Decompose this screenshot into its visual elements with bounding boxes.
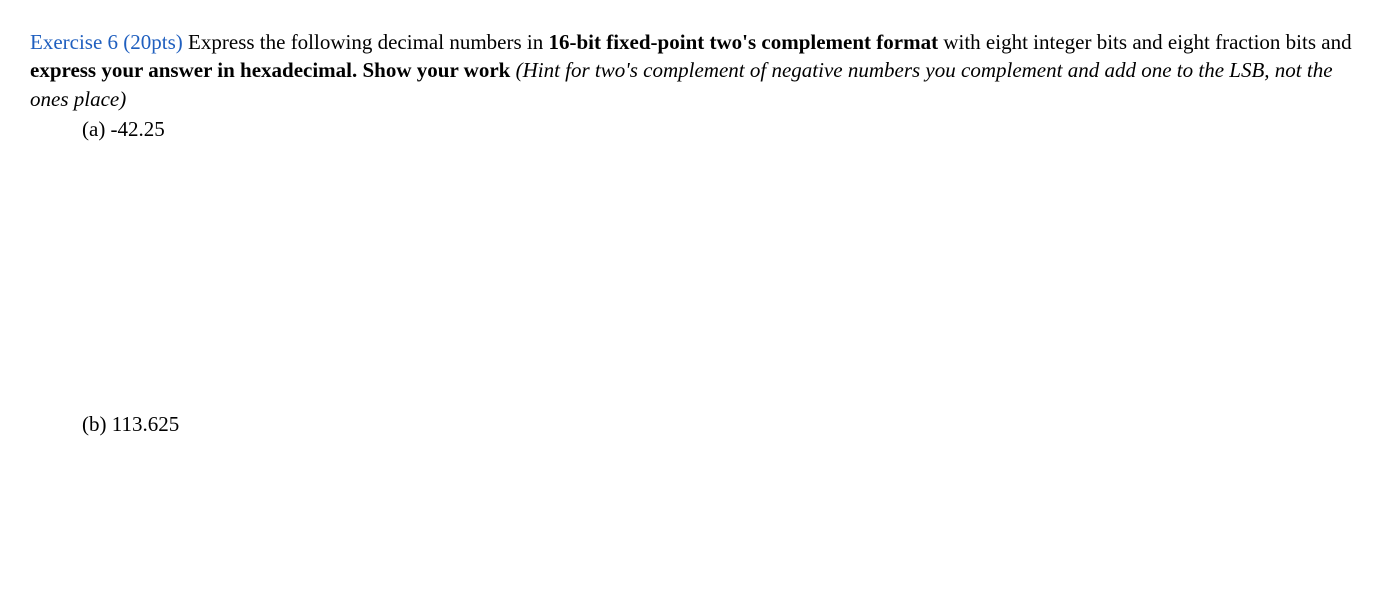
item-b: (b) 113.625 — [82, 410, 1367, 438]
exercise-prompt: Exercise 6 (20pts) Express the following… — [30, 28, 1367, 113]
item-a: (a) -42.25 — [82, 115, 1367, 143]
exercise-label: Exercise 6 (20pts) — [30, 30, 183, 54]
item-b-label: (b) 113.625 — [82, 412, 179, 436]
workspace-a — [30, 143, 1367, 408]
prompt-text-1: Express the following decimal numbers in — [183, 30, 549, 54]
prompt-format-bold: 16-bit fixed-point two's complement form… — [548, 30, 938, 54]
exercise-block: Exercise 6 (20pts) Express the following… — [30, 28, 1367, 439]
item-a-label: (a) -42.25 — [82, 117, 165, 141]
prompt-instruction-bold: express your answer in hexadecimal. Show… — [30, 58, 510, 82]
prompt-text-2: with eight integer bits and eight fracti… — [938, 30, 1352, 54]
